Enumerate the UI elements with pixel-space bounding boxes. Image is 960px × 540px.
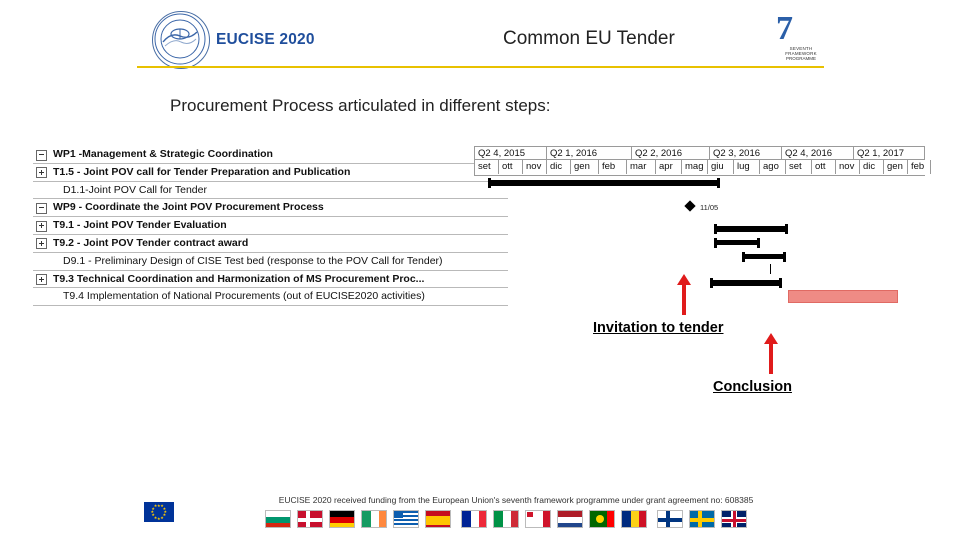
eu-star: ★: [153, 503, 158, 509]
gantt-month-header: ott: [812, 160, 836, 174]
gantt-quarter-header: Q2 1, 2016: [547, 147, 632, 160]
expand-plus-icon[interactable]: [36, 238, 47, 250]
gantt-task-row[interactable]: T9.1 - Joint POV Tender Evaluation: [33, 217, 508, 235]
gantt-month-header: giu: [708, 160, 734, 174]
flag-italy: [493, 510, 519, 528]
gantt-month-header: ott: [499, 160, 523, 174]
eucise-circular-logo: [152, 11, 210, 69]
gantt-quarter-header: Q2 3, 2016: [710, 147, 782, 160]
gantt-bar-t94: [788, 290, 898, 303]
gantt-month-header: set: [475, 160, 499, 174]
gantt-task-row[interactable]: D1.1-Joint POV Call for Tender: [33, 182, 508, 200]
gantt-month-header: feb: [599, 160, 627, 174]
flag-bulgaria: [265, 510, 291, 528]
gantt-task-label: T9.3 Technical Coordination and Harmoniz…: [53, 272, 425, 285]
gantt-month-header: dic: [860, 160, 884, 174]
gantt-timeline: Q2 4, 2015 Q2 1, 2016 Q2 2, 2016 Q2 3, 2016…: [474, 146, 931, 311]
gantt-task-label: T1.5 - Joint POV call for Tender Prepara…: [53, 165, 351, 178]
gantt-month-header: set: [786, 160, 812, 174]
european-union-flag: ★ ★ ★ ★ ★ ★ ★ ★ ★ ★ ★ ★: [144, 502, 174, 522]
gantt-quarter-header: Q2 1, 2017: [854, 147, 925, 160]
expand-plus-icon[interactable]: [36, 274, 47, 286]
flag-ireland: [361, 510, 387, 528]
gantt-month-header: mag: [682, 160, 708, 174]
gantt-month-header: feb: [908, 160, 931, 174]
gantt-task-label: T9.2 - Joint POV Tender contract award: [53, 236, 249, 249]
arrow-conclusion: [764, 333, 778, 374]
gantt-task-label: T9.1 - Joint POV Tender Evaluation: [53, 219, 227, 232]
flag-france: [461, 510, 487, 528]
gantt-task-row[interactable]: WP1 -Management & Strategic Coordination: [33, 146, 508, 164]
collapse-minus-icon[interactable]: [36, 202, 47, 214]
fp7-caption-2: PROGRAMME: [785, 56, 816, 61]
gantt-quarter-header: Q2 4, 2016: [782, 147, 854, 160]
gantt-task-row[interactable]: D9.1 - Preliminary Design of CISE Test b…: [33, 253, 508, 271]
gantt-bar-wp9: [714, 224, 788, 234]
fp7-logo: 7 SEVENTH FRAMEWORK PROGRAMME: [776, 12, 826, 64]
gantt-task-label: D9.1 - Preliminary Design of CISE Test b…: [63, 254, 443, 267]
flag-romania: [621, 510, 647, 528]
callout-conclusion: Conclusion: [713, 379, 792, 395]
gantt-task-list: WP1 -Management & Strategic Coordination…: [33, 146, 508, 314]
gantt-task-row[interactable]: WP9 - Coordinate the Joint POV Procureme…: [33, 199, 508, 218]
gantt-month-header: nov: [523, 160, 547, 174]
gantt-task-row[interactable]: T9.2 - Joint POV Tender contract award: [33, 235, 508, 253]
fp7-number: 7: [776, 10, 793, 47]
gantt-month-header: lug: [734, 160, 760, 174]
gantt-month-header: gen: [884, 160, 908, 174]
gantt-task-label: D1.1-Joint POV Call for Tender: [63, 183, 207, 196]
flag-greece: [393, 510, 419, 528]
gantt-task-row[interactable]: T1.5 - Joint POV call for Tender Prepara…: [33, 164, 508, 182]
flag-united-kingdom: [721, 510, 747, 528]
gantt-quarter-header: Q2 2, 2016: [632, 147, 710, 160]
gantt-bar-t92: [742, 252, 786, 262]
gantt-quarter-header: Q2 4, 2015: [475, 147, 547, 160]
eu-star: ★: [157, 515, 161, 521]
gantt-bar-t91: [714, 238, 760, 248]
gantt-month-header: dic: [547, 160, 571, 174]
header-divider: [137, 66, 824, 68]
gantt-milestone-d91-marker: [770, 264, 771, 274]
gantt-bar-wp1: [488, 178, 720, 188]
gantt-month-header: ago: [760, 160, 786, 174]
gantt-timeline-header: Q2 4, 2015 Q2 1, 2016 Q2 2, 2016 Q2 3, 2016…: [474, 146, 931, 176]
gantt-milestone-d11: [684, 200, 696, 212]
collapse-minus-icon[interactable]: [36, 149, 47, 161]
slide-subtitle: Procurement Process articulated in diffe…: [170, 96, 551, 115]
flag-germany: [329, 510, 355, 528]
flag-netherlands: [557, 510, 583, 528]
gantt-task-label: T9.4 Implementation of National Procurem…: [63, 290, 425, 303]
gantt-task-label: WP9 - Coordinate the Joint POV Procureme…: [53, 201, 324, 214]
slide-header: EUCISE 2020 Common EU Tender 7 SEVENTH F…: [0, 0, 960, 70]
gantt-month-header: apr: [656, 160, 682, 174]
flag-spain: [425, 510, 451, 528]
country-flag-strip: [265, 510, 747, 530]
expand-plus-icon[interactable]: [36, 167, 47, 179]
gantt-month-header: mar: [627, 160, 656, 174]
callout-invitation-to-tender: Invitation to tender: [593, 320, 724, 336]
gantt-month-header: gen: [571, 160, 599, 174]
gantt-task-row[interactable]: T9.3 Technical Coordination and Harmoniz…: [33, 271, 508, 289]
eu-flag-stars: ★ ★ ★ ★ ★ ★ ★ ★ ★ ★ ★ ★: [144, 502, 174, 522]
gantt-task-label: WP1 -Management & Strategic Coordination: [53, 148, 273, 160]
flag-sweden: [689, 510, 715, 528]
funding-note: EUCISE 2020 received funding from the Eu…: [278, 495, 754, 505]
arrow-invitation-to-tender: [677, 274, 691, 315]
brand-label: EUCISE 2020: [216, 31, 315, 48]
gantt-milestone-label: 11/05: [700, 203, 719, 212]
flag-denmark: [297, 510, 323, 528]
flag-portugal: [589, 510, 615, 528]
page-title: Common EU Tender: [503, 28, 675, 49]
fp7-caption: SEVENTH FRAMEWORK: [785, 46, 817, 56]
flag-malta: [525, 510, 551, 528]
gantt-task-row[interactable]: T9.4 Implementation of National Procurem…: [33, 288, 508, 307]
flag-finland: [657, 510, 683, 528]
gantt-month-header: nov: [836, 160, 860, 174]
expand-plus-icon[interactable]: [36, 220, 47, 232]
gantt-bar-t93: [710, 278, 782, 288]
